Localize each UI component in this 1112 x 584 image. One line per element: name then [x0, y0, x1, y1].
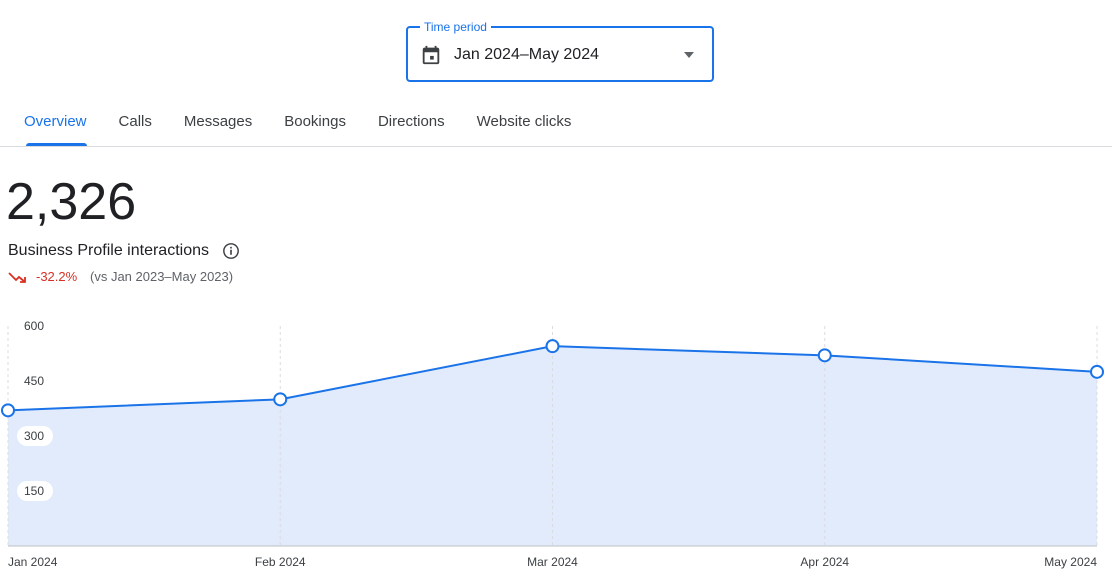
y-tick-label: 450	[24, 374, 44, 388]
x-tick-label: Feb 2024	[255, 555, 306, 569]
change-percent: -32.2%	[36, 269, 78, 284]
trend-down-icon	[8, 272, 26, 283]
tab-messages[interactable]: Messages	[168, 100, 268, 146]
data-point	[817, 348, 832, 363]
y-tick-label: 150	[24, 484, 44, 498]
x-tick-label: May 2024	[1044, 555, 1097, 569]
tab-overview[interactable]: Overview	[8, 100, 103, 146]
tab-website-clicks[interactable]: Website clicks	[461, 100, 588, 146]
time-period-select[interactable]: Time period Jan 2024–May 2024	[406, 19, 714, 82]
data-point	[273, 392, 288, 407]
x-tick-label: Mar 2024	[527, 555, 578, 569]
interactions-chart: 150 300 450 600 Jan 2024 Feb 2024 Mar 2024 Apr …	[1, 319, 1104, 569]
info-icon[interactable]	[222, 242, 240, 260]
tab-directions[interactable]: Directions	[362, 100, 461, 146]
metric-label: Business Profile interactions	[8, 242, 209, 259]
y-tick-label: 300	[24, 429, 44, 443]
data-point	[545, 339, 560, 354]
y-tick-label: 600	[24, 319, 44, 333]
time-period-value: Jan 2024–May 2024	[454, 46, 599, 63]
time-period-label: Time period	[420, 19, 491, 35]
tab-calls[interactable]: Calls	[103, 100, 168, 146]
x-tick-label: Apr 2024	[800, 555, 849, 569]
calendar-icon	[422, 45, 440, 65]
data-point	[1090, 364, 1104, 379]
data-point	[1, 403, 15, 418]
x-tick-label: Jan 2024	[8, 555, 58, 569]
comparison-period: (vs Jan 2023–May 2023)	[90, 269, 234, 284]
tab-divider	[0, 146, 1112, 147]
total-interactions: 2,326	[6, 173, 137, 231]
chevron-down-icon	[684, 52, 694, 58]
tab-bar: Overview Calls Messages Bookings Directi…	[8, 100, 587, 146]
tab-bookings[interactable]: Bookings	[268, 100, 362, 146]
